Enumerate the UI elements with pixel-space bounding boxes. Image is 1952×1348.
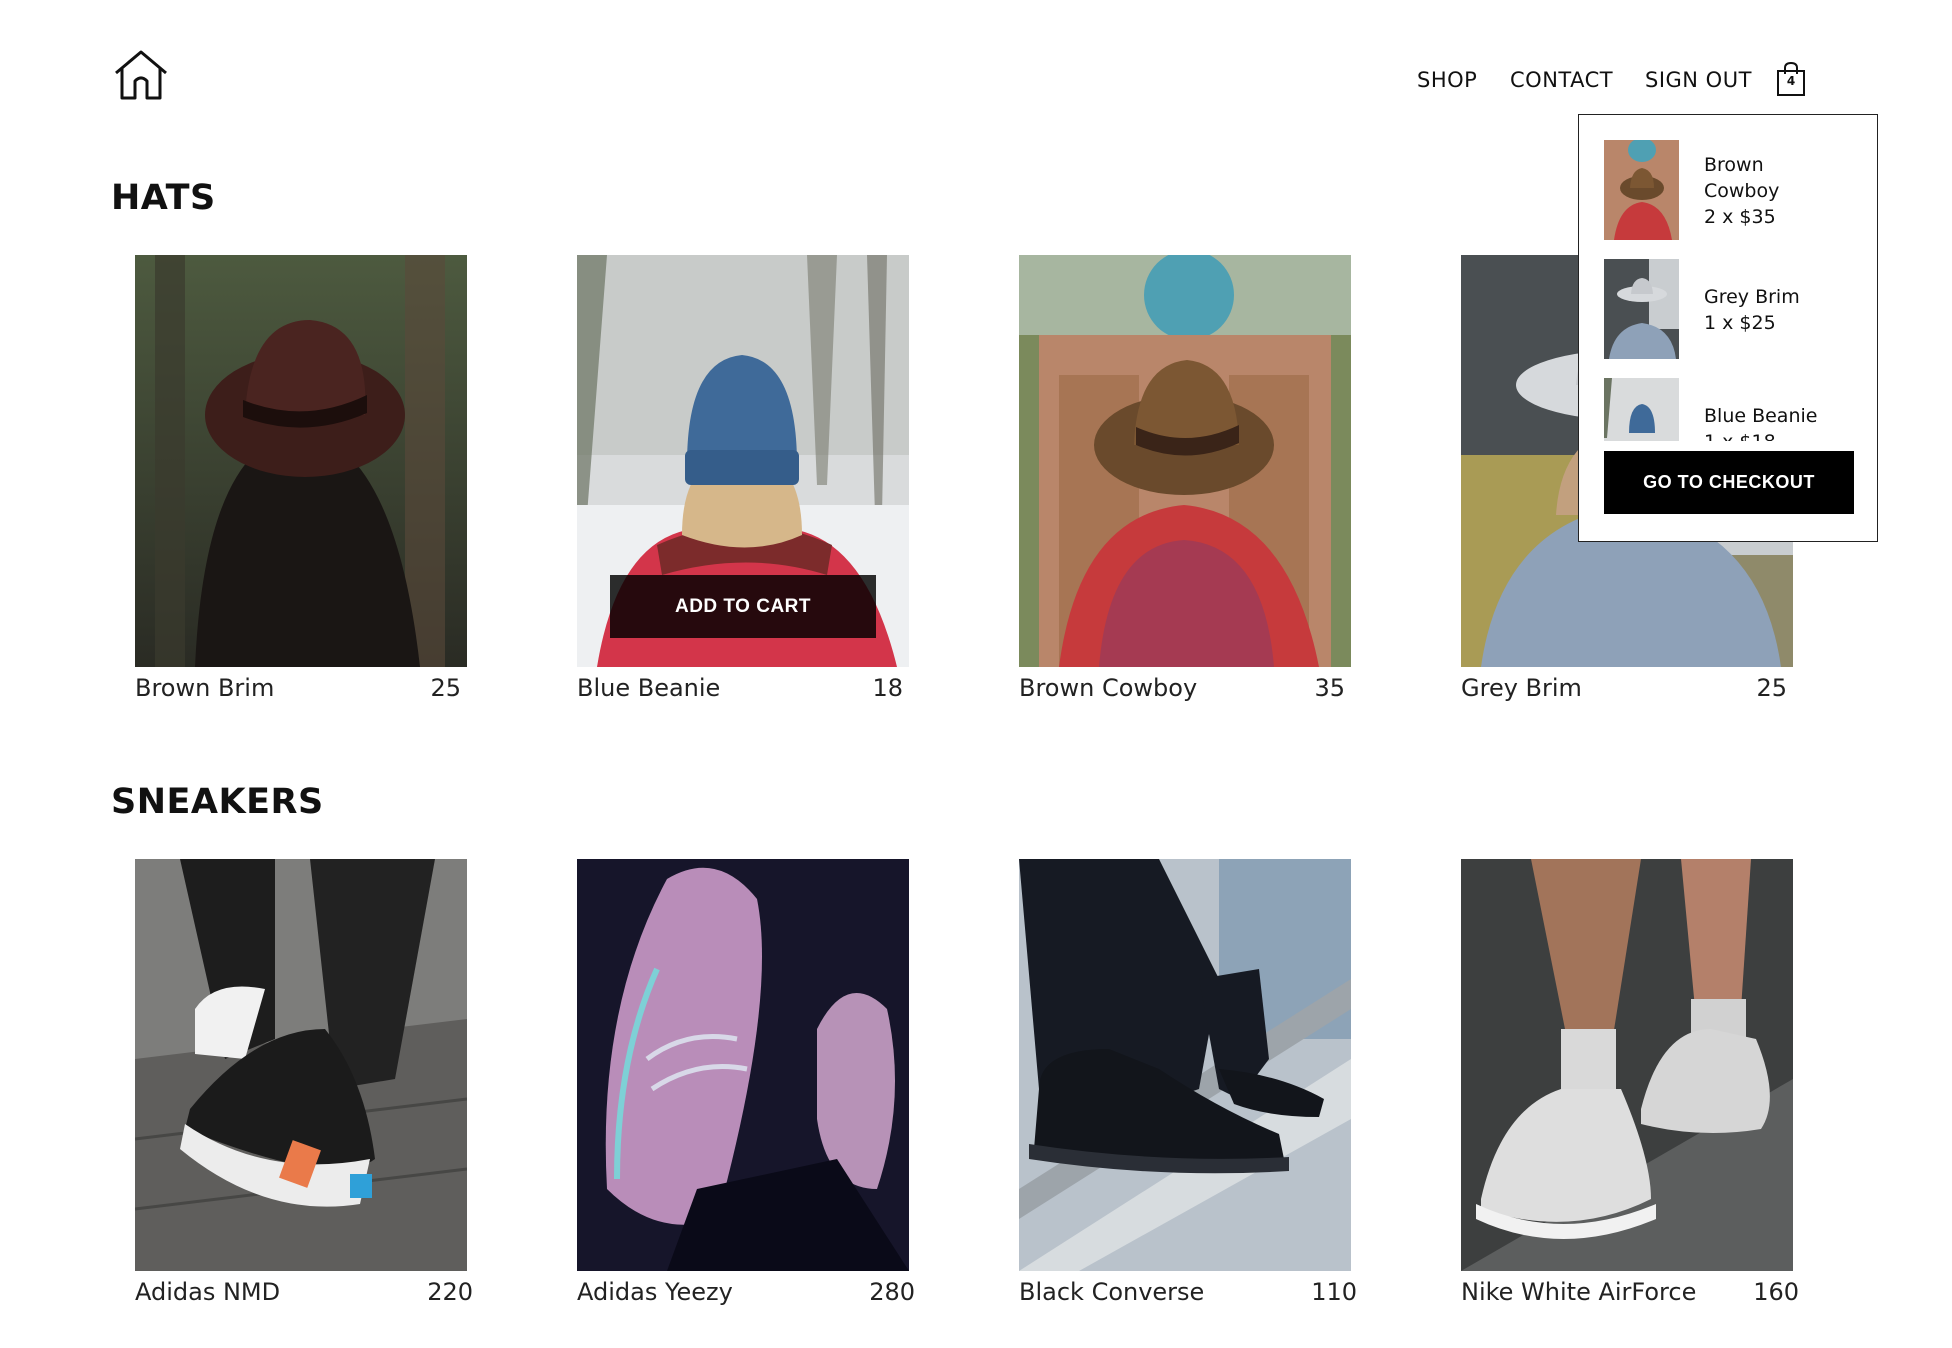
- go-to-checkout-button[interactable]: GO TO CHECKOUT: [1604, 451, 1854, 514]
- product-name: Grey Brim: [1461, 674, 1582, 702]
- product-price: 25: [430, 674, 461, 702]
- product-image: [135, 255, 467, 667]
- product-card-nike-white-airforce[interactable]: [1461, 859, 1793, 1271]
- home-icon[interactable]: [112, 49, 170, 101]
- nav-shop-link[interactable]: SHOP: [1417, 68, 1477, 92]
- cart-item-qty-price: 2 x $35: [1704, 206, 1776, 228]
- product-footer: Grey Brim 25: [1461, 674, 1787, 706]
- product-card-adidas-yeezy[interactable]: [577, 859, 909, 1271]
- section-title-sneakers: SNEAKERS: [111, 782, 324, 822]
- product-price: 160: [1753, 1278, 1799, 1306]
- cart-item-name: Grey Brim: [1704, 286, 1800, 308]
- section-title-hats: HATS: [111, 178, 216, 218]
- product-image: [577, 859, 909, 1271]
- product-name: Black Converse: [1019, 1278, 1205, 1306]
- product-card-brown-brim[interactable]: [135, 255, 467, 667]
- product-card-adidas-nmd[interactable]: [135, 859, 467, 1271]
- product-footer: Brown Cowboy 35: [1019, 674, 1345, 706]
- product-card-blue-beanie[interactable]: ADD TO CART: [577, 255, 909, 667]
- product-name: Adidas Yeezy: [577, 1278, 733, 1306]
- cart-dropdown: Brown Cowboy 2 x $35 Grey Brim 1 x $25 B…: [1578, 114, 1878, 542]
- product-name: Adidas NMD: [135, 1278, 281, 1306]
- product-footer: Adidas Yeezy 280: [577, 1278, 915, 1310]
- cart-item-name: Brown: [1704, 154, 1764, 176]
- nav-sign-out-link[interactable]: SIGN OUT: [1645, 68, 1752, 92]
- product-name: Brown Brim: [135, 674, 275, 702]
- product-footer: Adidas NMD 220: [135, 1278, 473, 1310]
- product-image: [1019, 255, 1351, 667]
- product-price: 280: [869, 1278, 915, 1306]
- product-price: 110: [1311, 1278, 1357, 1306]
- cart-item: Grey Brim 1 x $25: [1604, 259, 1854, 359]
- product-price: 220: [427, 1278, 473, 1306]
- product-footer: Blue Beanie 18: [577, 674, 903, 706]
- cart-item-image: [1604, 259, 1679, 359]
- add-to-cart-button[interactable]: ADD TO CART: [610, 575, 876, 638]
- product-image: [135, 859, 467, 1271]
- product-name: Brown Cowboy: [1019, 674, 1198, 702]
- product-card-brown-cowboy[interactable]: [1019, 255, 1351, 667]
- product-footer: Nike White AirForce 160: [1461, 1278, 1799, 1310]
- product-price: 25: [1756, 674, 1787, 702]
- product-image: [1461, 859, 1793, 1271]
- product-price: 18: [872, 674, 903, 702]
- product-price: 35: [1314, 674, 1345, 702]
- product-image: [1019, 859, 1351, 1271]
- cart-item-name: Blue Beanie: [1704, 405, 1818, 427]
- cart-item-image: [1604, 378, 1679, 441]
- cart-item: Brown Cowboy 2 x $35: [1604, 140, 1854, 240]
- nav-contact-link[interactable]: CONTACT: [1510, 68, 1613, 92]
- cart-item: Blue Beanie 1 x $18: [1604, 378, 1854, 441]
- product-footer: Black Converse 110: [1019, 1278, 1357, 1310]
- product-card-black-converse[interactable]: [1019, 859, 1351, 1271]
- product-name: Blue Beanie: [577, 674, 721, 702]
- cart-item-qty-price: 1 x $25: [1704, 312, 1776, 334]
- cart-item-image: [1604, 140, 1679, 240]
- cart-item-qty-price: 1 x $18: [1704, 429, 1817, 441]
- cart-button[interactable]: 4: [1776, 61, 1806, 96]
- cart-item-name: Cowboy: [1704, 180, 1780, 202]
- product-footer: Brown Brim 25: [135, 674, 461, 706]
- cart-count: 4: [1786, 74, 1796, 88]
- cart-items-list[interactable]: Brown Cowboy 2 x $35 Grey Brim 1 x $25 B…: [1579, 115, 1877, 441]
- product-name: Nike White AirForce: [1461, 1278, 1697, 1306]
